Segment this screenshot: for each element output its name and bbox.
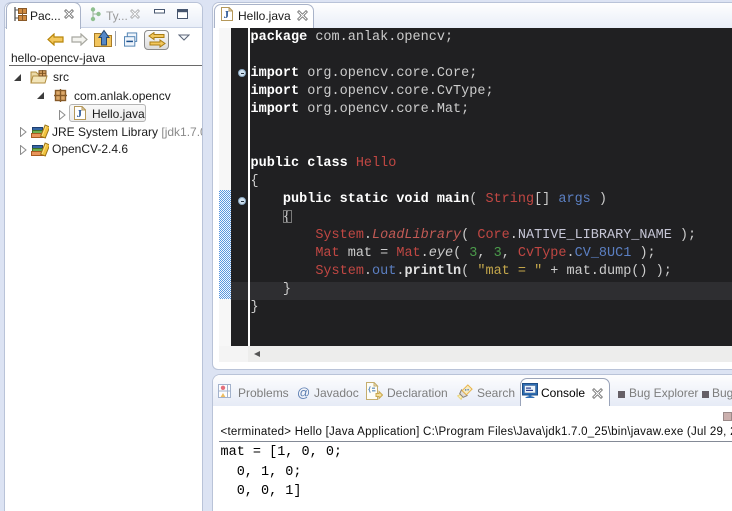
svg-text:J: J [76, 108, 82, 120]
svg-text:J: J [224, 9, 230, 21]
